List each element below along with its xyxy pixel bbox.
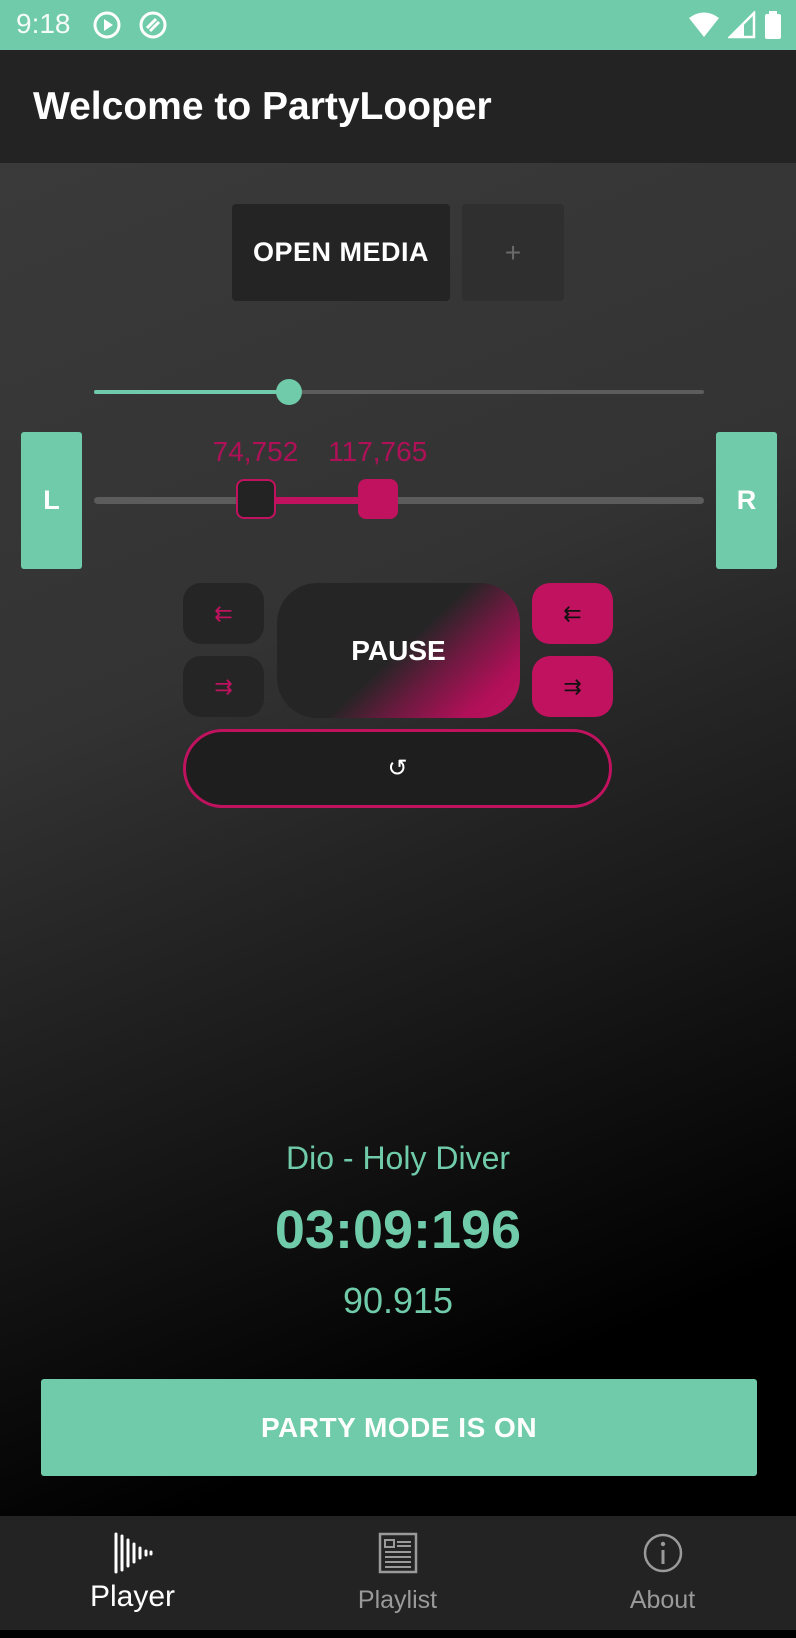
nav-item-playlist[interactable]: Playlist (265, 1516, 530, 1630)
bottom-nav: Player Playlist About (0, 1516, 796, 1630)
left-button[interactable]: L (21, 432, 82, 569)
party-mode-button[interactable]: PARTY MODE IS ON (41, 1379, 757, 1476)
loop-end-forward-button[interactable]: ⇉ (532, 656, 613, 717)
waveform-icon (114, 1532, 152, 1574)
open-media-button[interactable]: OPEN MEDIA (232, 204, 450, 301)
arrows-right-icon: ⇉ (563, 673, 582, 699)
pause-button[interactable]: PAUSE (277, 583, 520, 718)
status-icons (688, 10, 782, 40)
loop-start-thumb[interactable] (235, 479, 276, 519)
wifi-icon (689, 12, 719, 37)
track-title: Dio - Holy Diver (285, 1140, 511, 1176)
sync-icon (139, 11, 167, 39)
loop-start-forward-button[interactable]: ⇉ (183, 656, 264, 717)
nav-item-player[interactable]: Player (0, 1516, 265, 1630)
loop-start-back-button[interactable]: ⇇ (183, 583, 264, 644)
loop-start-label: 74,752 (212, 436, 299, 467)
battery-icon (765, 11, 781, 39)
nav-item-about[interactable]: About (530, 1516, 795, 1630)
seek-slider[interactable] (94, 379, 704, 405)
app-bar: Welcome to PartyLooper (0, 50, 796, 163)
seek-slider-thumb[interactable] (276, 379, 303, 405)
reset-loop-button[interactable]: ↺ (183, 729, 612, 808)
loop-end-back-button[interactable]: ⇇ (532, 583, 613, 644)
playlist-icon (378, 1532, 417, 1574)
bottom-strip (0, 1630, 796, 1638)
status-bar: 9:18 (0, 0, 796, 50)
arrows-left-icon: ⇇ (214, 600, 233, 626)
track-time: 03:09:196 (274, 1200, 522, 1260)
nav-label: Playlist (357, 1586, 438, 1614)
arrows-left-icon: ⇇ (563, 600, 582, 626)
status-time: 9:18 (16, 8, 71, 39)
right-button[interactable]: R (716, 432, 777, 569)
loop-range-slider[interactable] (94, 479, 704, 519)
page-title: Welcome to PartyLooper (33, 85, 492, 128)
player-screen: OPEN MEDIA + L R 74,752 117,765 ⇇ ⇉ PAUS… (0, 163, 796, 1516)
track-bpm: 90.915 (342, 1280, 454, 1321)
add-media-button[interactable]: + (462, 204, 564, 301)
signal-icon (728, 11, 756, 39)
play-circle-icon (93, 11, 121, 39)
loop-end-label: 117,765 (328, 436, 428, 467)
arrows-right-icon: ⇉ (214, 673, 233, 699)
info-icon (643, 1533, 682, 1573)
nav-label: Player (89, 1580, 176, 1613)
reset-icon: ↺ (387, 755, 408, 782)
loop-end-thumb[interactable] (357, 479, 398, 519)
nav-label: About (629, 1586, 696, 1614)
seek-slider-fill (94, 390, 290, 394)
